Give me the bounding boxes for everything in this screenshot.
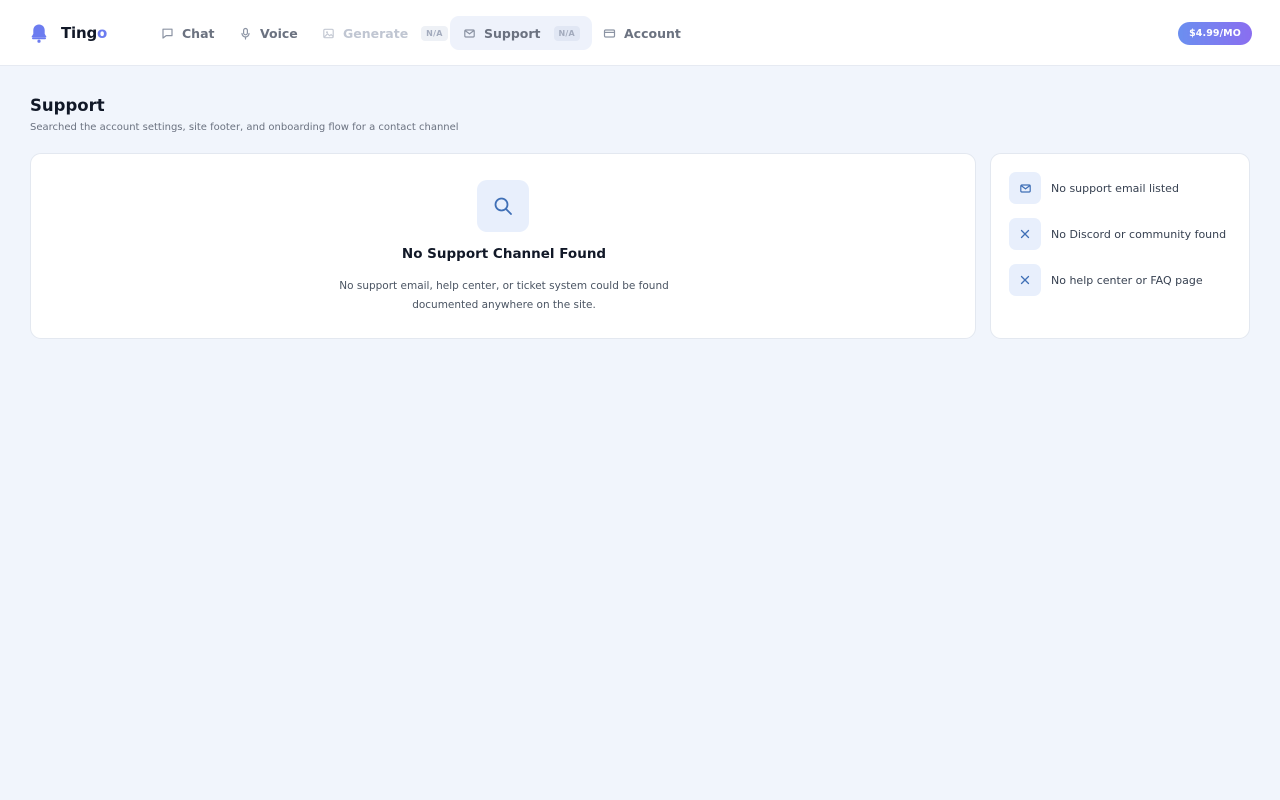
checklist-item-community: No Discord or community found — [1009, 218, 1226, 250]
mail-icon — [462, 26, 476, 40]
close-icon — [1020, 229, 1030, 239]
status-badge: N/A — [553, 25, 580, 41]
chat-bubble-icon — [160, 26, 174, 40]
checklist-item-label: No support email listed — [1051, 181, 1179, 195]
checklist-item-label: No Discord or community found — [1051, 227, 1227, 241]
price-badge[interactable]: $4.99/MO — [1178, 22, 1252, 45]
search-icon — [494, 197, 512, 215]
brand-logo[interactable]: Tingo — [30, 21, 107, 45]
nav-voice[interactable]: Voice — [226, 16, 310, 50]
support-checklist-card: No support email listed No Discord or co… — [990, 153, 1250, 339]
close-icon-tile — [1009, 218, 1041, 250]
close-icon-tile — [1009, 264, 1041, 296]
credit-card-icon — [602, 26, 616, 40]
status-badge: N/A — [421, 25, 448, 41]
checklist-item-label: No help center or FAQ page — [1051, 273, 1203, 287]
close-icon — [1020, 275, 1030, 285]
top-navigation-bar: Tingo Chat Voice Generate N/A Support N/… — [0, 0, 1280, 66]
empty-state-description: No support email, help center, or ticket… — [339, 280, 669, 311]
checklist-item-email: No support email listed — [1009, 172, 1179, 204]
search-icon-tile — [477, 180, 529, 232]
page-title: Support — [30, 96, 105, 115]
mail-icon — [1019, 183, 1031, 193]
nav-account[interactable]: Account — [590, 16, 693, 50]
empty-state-title: No Support Channel Found — [401, 246, 607, 262]
image-icon — [321, 26, 335, 40]
brand-name: Tingo — [61, 24, 108, 42]
bell-icon — [31, 24, 47, 43]
empty-state-card: No Support Channel Found No support emai… — [30, 153, 976, 339]
mail-icon-tile — [1009, 172, 1041, 204]
nav-support[interactable]: Support N/A — [450, 16, 592, 50]
microphone-icon — [238, 26, 252, 40]
nav-chat[interactable]: Chat — [148, 16, 226, 50]
checklist-item-help-center: No help center or FAQ page — [1009, 264, 1203, 296]
page-subtitle: Searched the account settings, site foot… — [30, 122, 459, 133]
nav-generate[interactable]: Generate N/A — [309, 16, 460, 50]
